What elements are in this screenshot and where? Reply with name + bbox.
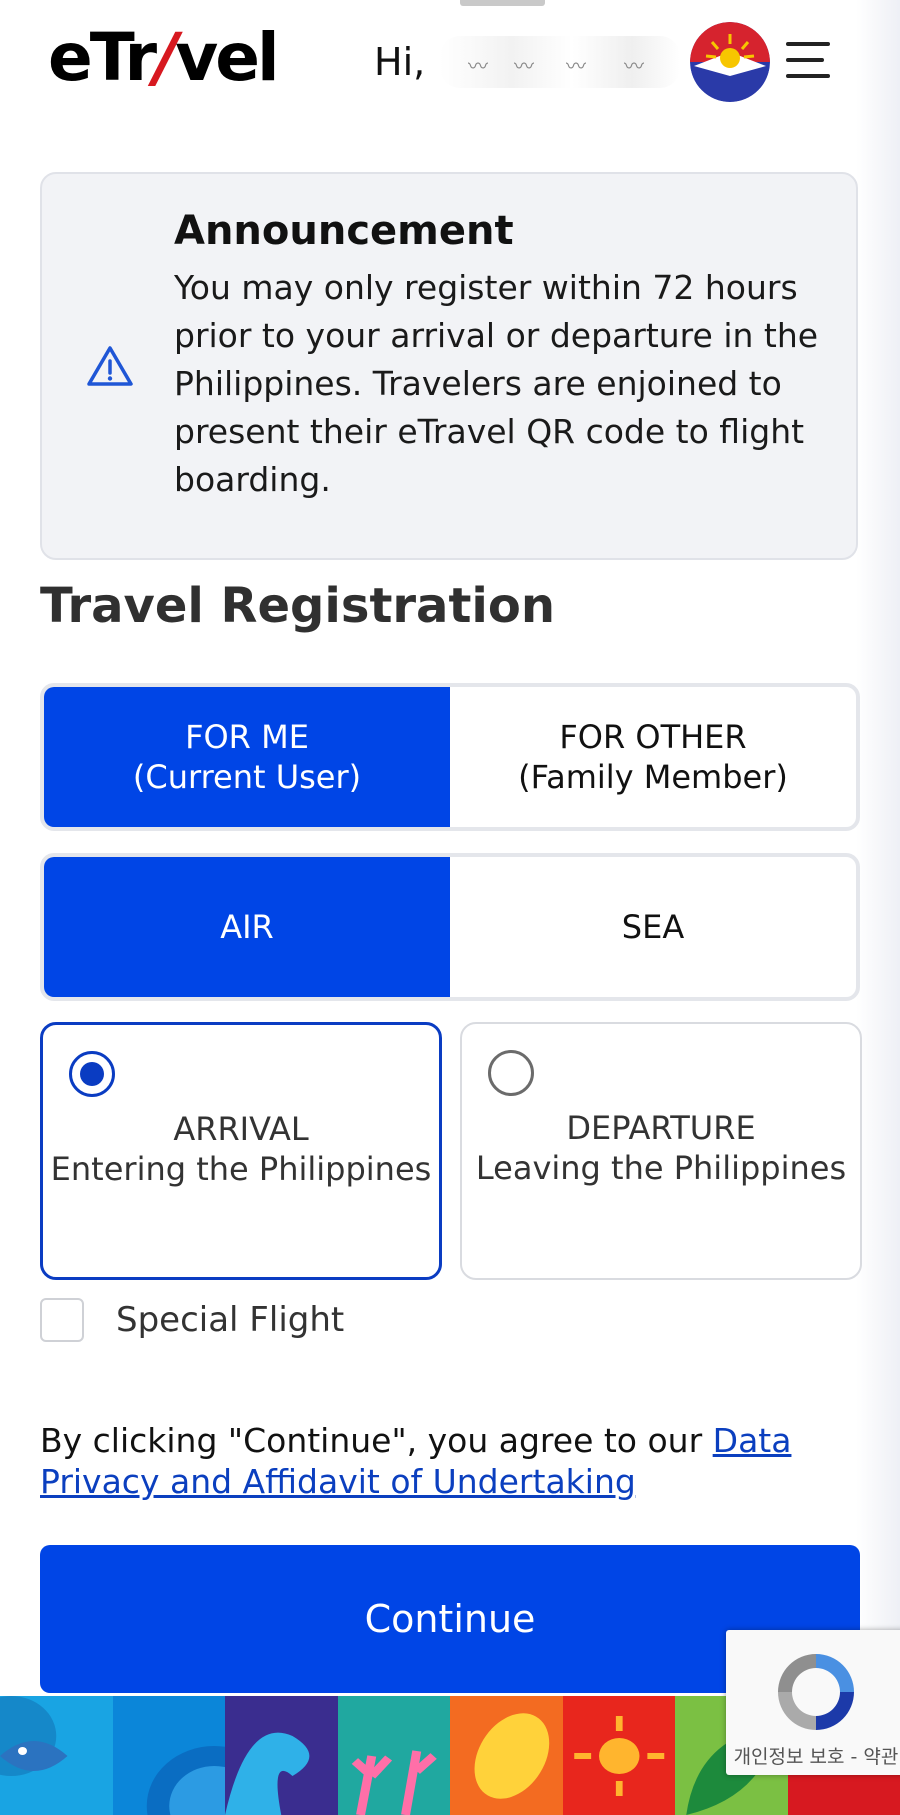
recaptcha-badge[interactable]: 개인정보 보호 - 약관 — [726, 1630, 900, 1775]
wave-pattern-icon — [146, 1746, 225, 1815]
fish-pattern-icon — [0, 1696, 68, 1776]
announcement-title: Announcement — [174, 208, 514, 254]
redaction-mark-4: 〰 — [624, 54, 644, 78]
greeting-text: Hi, — [374, 40, 426, 84]
arrival-label: ARRIVAL Entering the Philippines — [43, 1109, 439, 1189]
status-notch — [460, 0, 545, 6]
arrival-title: ARRIVAL — [173, 1110, 309, 1148]
arrival-radio[interactable] — [69, 1051, 115, 1097]
announcement-body: You may only register within 72 hours pr… — [174, 268, 819, 499]
sun-flower-icon — [573, 1716, 664, 1796]
for-me-option[interactable]: FOR ME (Current User) — [44, 687, 450, 827]
air-label: AIR — [220, 908, 274, 946]
footer-tile-coral — [337, 1696, 450, 1815]
departure-card[interactable]: DEPARTURE Leaving the Philippines — [460, 1022, 862, 1280]
footer-tile-fish — [0, 1696, 113, 1815]
redacted-user-name: 〰 〰 〰 〰 — [440, 36, 680, 88]
for-other-sublabel: (Family Member) — [518, 758, 788, 796]
footer-tile-sun — [562, 1696, 675, 1815]
redaction-mark-3: 〰 — [566, 54, 586, 78]
mango-icon — [474, 1713, 550, 1799]
ocean-wave-icon — [225, 1732, 310, 1815]
departure-subtitle: Leaving the Philippines — [475, 1149, 847, 1187]
logo-accent: / — [154, 19, 178, 96]
departure-label: DEPARTURE Leaving the Philippines — [462, 1108, 860, 1188]
logo-text-start: eTr — [48, 19, 157, 96]
travel-mode-toggle: AIR SEA — [40, 853, 860, 1001]
arrival-subtitle: Entering the Philippines — [50, 1150, 432, 1188]
departure-radio[interactable] — [488, 1050, 534, 1096]
special-flight-label: Special Flight — [116, 1300, 345, 1340]
logo-text-end: vel — [175, 19, 279, 96]
menu-bar-top — [786, 42, 830, 46]
for-me-sublabel: (Current User) — [132, 758, 362, 796]
arrival-card[interactable]: ARRIVAL Entering the Philippines — [40, 1022, 442, 1280]
consent-prefix: By clicking "Continue", you agree to our — [40, 1421, 713, 1460]
menu-bar-bottom — [786, 74, 830, 78]
consent-text: By clicking "Continue", you agree to our… — [40, 1420, 840, 1502]
coral-icon — [351, 1750, 437, 1815]
footer-tile-waves — [112, 1696, 225, 1815]
recaptcha-terms[interactable]: 개인정보 보호 - 약관 — [726, 1742, 900, 1769]
for-other-option[interactable]: FOR OTHER (Family Member) — [450, 687, 856, 827]
menu-bar-middle — [786, 58, 824, 62]
philippine-flag-sun-avatar-icon — [690, 22, 770, 102]
page-title: Travel Registration — [40, 578, 555, 634]
departure-title: DEPARTURE — [566, 1109, 756, 1147]
recaptcha-icon — [778, 1654, 854, 1730]
menu-button[interactable] — [784, 38, 834, 82]
etravel-logo[interactable]: eTr/vel — [48, 18, 280, 98]
for-me-label: FOR ME — [185, 718, 309, 756]
traveler-toggle: FOR ME (Current User) FOR OTHER (Family … — [40, 683, 860, 831]
warning-triangle-icon — [87, 346, 133, 386]
footer-tile-mango — [450, 1696, 563, 1815]
app-header: eTr/vel Hi, 〰 〰 〰 〰 — [0, 0, 900, 120]
sea-option[interactable]: SEA — [450, 857, 856, 997]
redaction-mark-1: 〰 — [468, 54, 488, 78]
for-other-label: FOR OTHER — [559, 718, 747, 756]
announcement-card: Announcement You may only register withi… — [40, 172, 858, 560]
footer-tile-ocean — [225, 1696, 338, 1815]
air-option[interactable]: AIR — [44, 857, 450, 997]
special-flight-checkbox[interactable] — [40, 1298, 84, 1342]
sea-label: SEA — [621, 908, 685, 946]
user-avatar[interactable] — [690, 22, 770, 102]
redaction-mark-2: 〰 — [514, 54, 534, 78]
scroll-edge-shadow — [856, 0, 900, 1630]
